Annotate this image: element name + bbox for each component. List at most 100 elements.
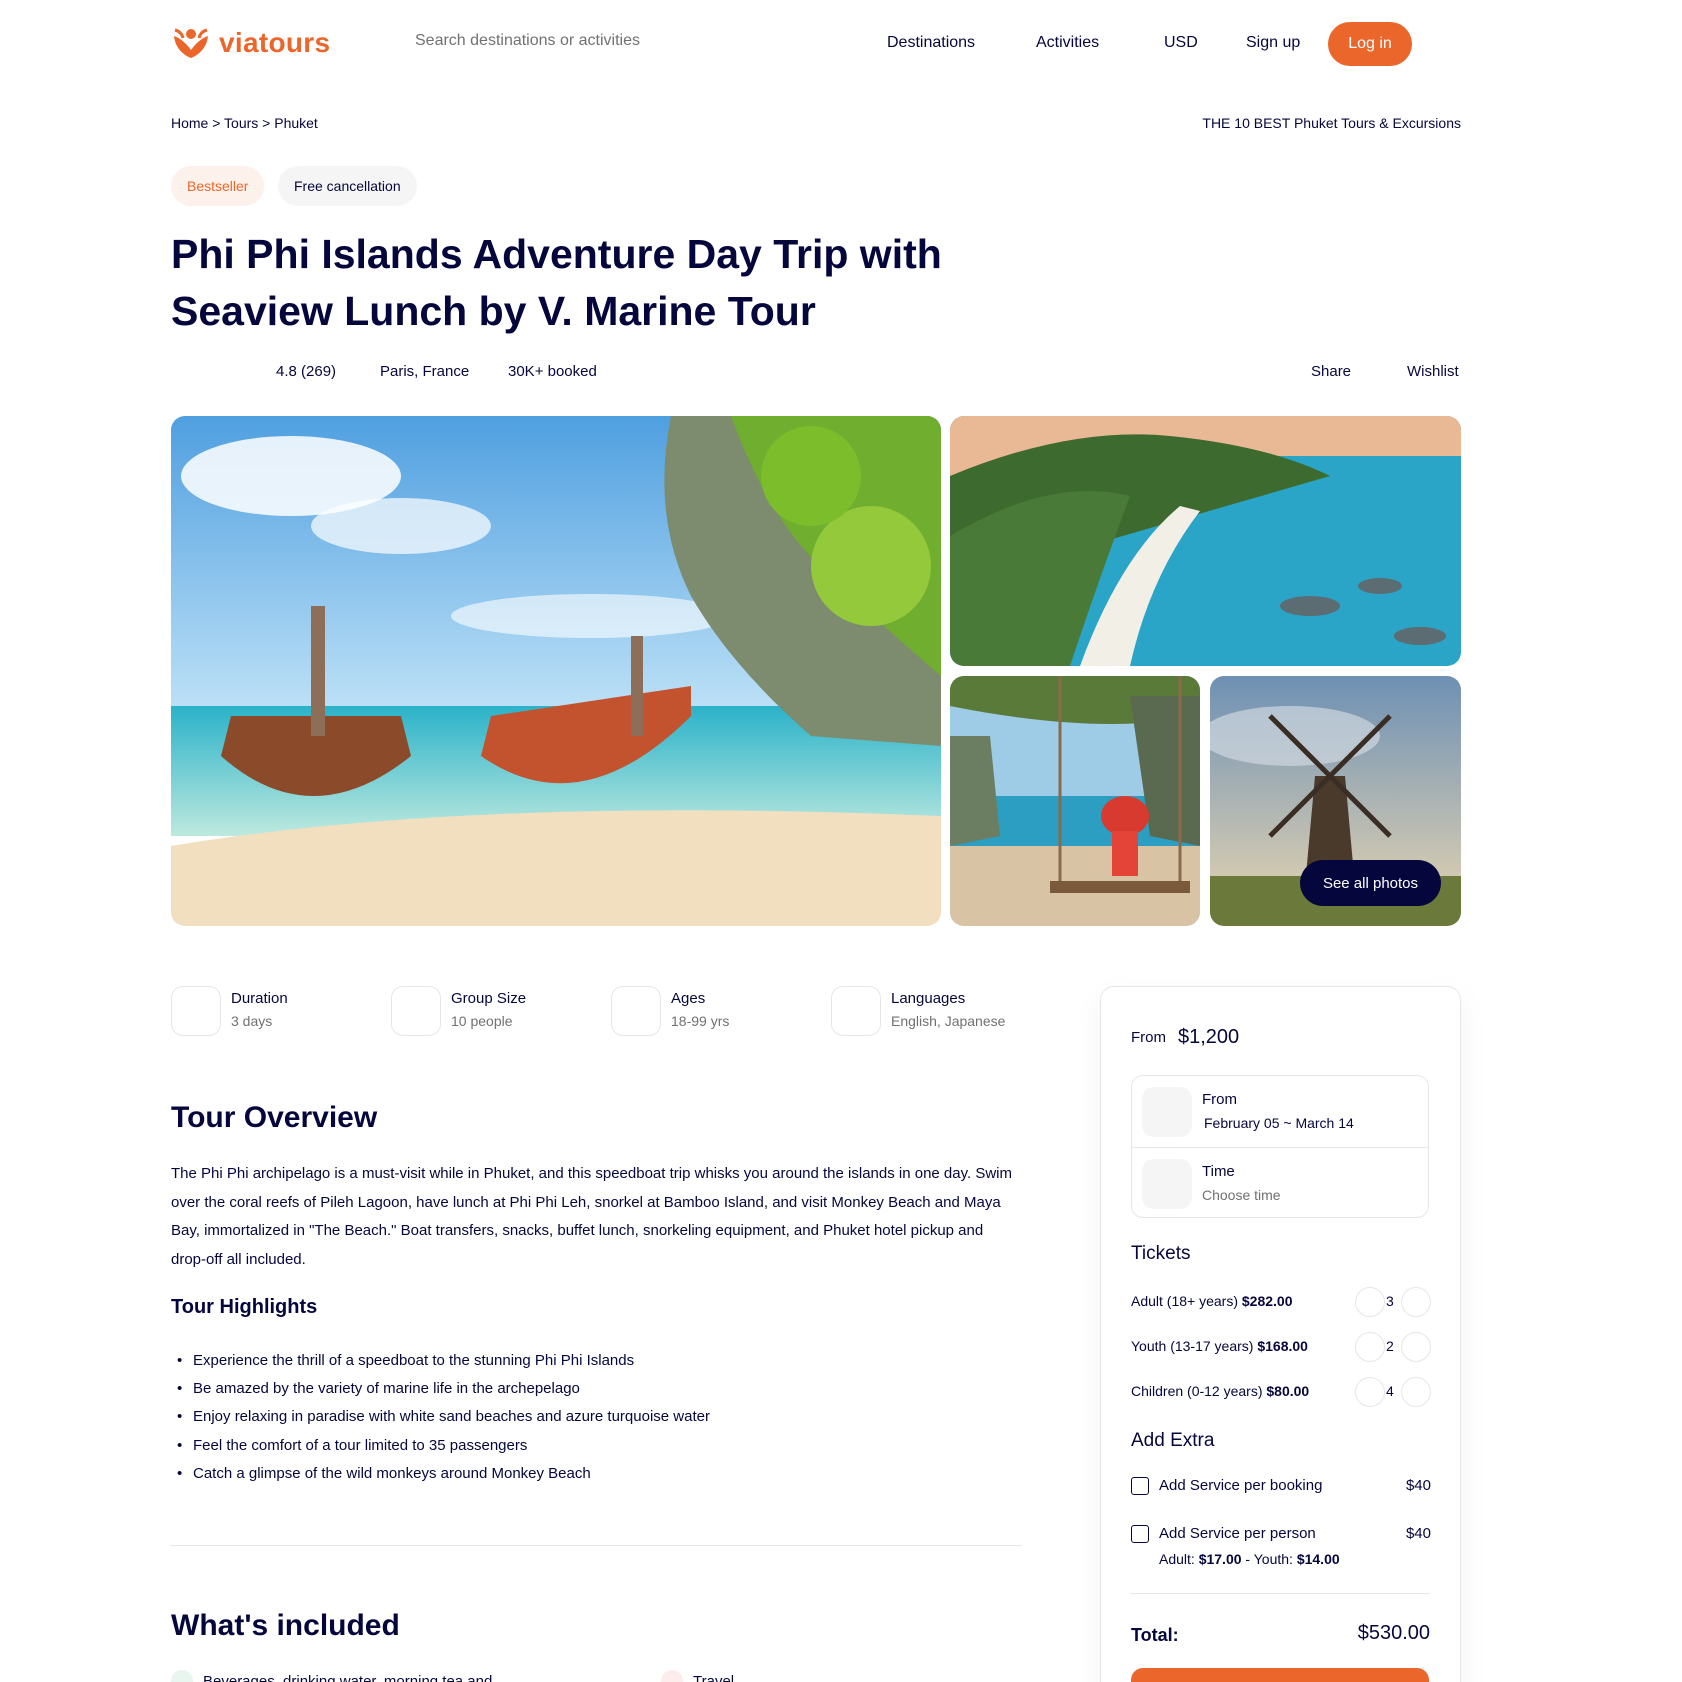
info-label: Duration [231, 990, 288, 1007]
star-icon: ★ [240, 364, 255, 381]
calendar-icon [1142, 1087, 1192, 1137]
logo-text: viatours [219, 27, 331, 58]
info-ages: Ages 18-99 yrs [611, 986, 729, 1036]
add-extra-heading: Add Extra [1131, 1430, 1215, 1451]
ticket-label: Children (0-12 years) $80.00 [1131, 1383, 1310, 1399]
time-value: Choose time [1202, 1187, 1281, 1203]
wishlist-button[interactable]: Wishlist [1407, 363, 1459, 380]
nav-activities[interactable]: Activities [1036, 34, 1099, 52]
checkbox[interactable] [1131, 1477, 1149, 1495]
aerial-beach-image [950, 416, 1461, 666]
breadcrumb[interactable]: Home > Tours > Phuket [171, 115, 318, 131]
main-photo[interactable] [171, 416, 941, 926]
book-now-button[interactable] [1131, 1668, 1429, 1682]
info-languages: Languages English, Japanese [831, 986, 1005, 1036]
increment-button[interactable] [1401, 1332, 1431, 1362]
info-group-size: Group Size 10 people [391, 986, 526, 1036]
info-value: 10 people [451, 1013, 513, 1029]
photo-beach-aerial[interactable] [950, 416, 1461, 666]
section-divider [171, 1545, 1021, 1546]
rating-stars: ★ ★ ★ ★ ★ [171, 363, 254, 381]
checkbox[interactable] [1131, 1525, 1149, 1543]
date-label: From [1202, 1091, 1237, 1108]
star-icon: ★ [188, 364, 202, 381]
tour-title: Phi Phi Islands Adventure Day Trip with … [171, 231, 942, 334]
cross-icon [661, 1670, 683, 1682]
share-button[interactable]: Share [1311, 363, 1351, 380]
time-picker[interactable]: Time Choose time [1132, 1147, 1428, 1218]
included-heading: What's included [171, 1609, 400, 1642]
extra-sub-prices: Adult: $17.00 - Youth: $14.00 [1159, 1551, 1340, 1567]
clock-icon [171, 986, 221, 1036]
ticket-row-adult: Adult (18+ years) $282.00 3 [1131, 1287, 1431, 1317]
info-label: Languages [891, 990, 966, 1007]
price-value: $1,200 [1178, 1026, 1240, 1048]
signup-link[interactable]: Sign up [1246, 34, 1300, 52]
excluded-item-label: Travel [693, 1672, 735, 1682]
currency-selector[interactable]: USD [1164, 34, 1198, 52]
time-label: Time [1202, 1163, 1235, 1180]
location-text: Paris, France [380, 363, 470, 380]
date-picker[interactable]: From February 05 ~ March 14 [1132, 1076, 1428, 1147]
decrement-button[interactable] [1355, 1332, 1385, 1362]
ticket-label: Adult (18+ years) $282.00 [1131, 1293, 1293, 1309]
excluded-item: Travel [661, 1670, 734, 1682]
star-icon: ★ [205, 364, 220, 381]
users-icon [391, 986, 441, 1036]
login-button[interactable]: Log in [1328, 22, 1412, 66]
search-input[interactable]: Search destinations or activities [415, 32, 640, 50]
info-label: Group Size [451, 990, 527, 1007]
booking-panel: From $1,200 From February 05 ~ March 14 … [1100, 986, 1461, 1682]
logo[interactable]: viatours [171, 26, 330, 60]
highlights-heading: Tour Highlights [171, 1296, 318, 1318]
decrement-button[interactable] [1355, 1287, 1385, 1317]
free-cancellation-badge: Free cancellation [278, 166, 417, 206]
increment-button[interactable] [1401, 1287, 1431, 1317]
photo-swing[interactable] [950, 676, 1200, 926]
globe-icon [831, 986, 881, 1036]
ticket-row-children: Children (0-12 years) $80.00 4 [1131, 1377, 1431, 1407]
bestseller-badge: Bestseller [171, 166, 265, 206]
extra-label: Add Service per person [1159, 1525, 1316, 1542]
highlight-item: Catch a glimpse of the wild monkeys arou… [175, 1460, 710, 1488]
info-duration: Duration 3 days [171, 986, 288, 1036]
extra-label: Add Service per booking [1159, 1477, 1323, 1494]
info-value: 3 days [231, 1013, 273, 1029]
ticket-row-youth: Youth (13-17 years) $168.00 2 [1131, 1332, 1431, 1362]
overview-text: The Phi Phi archipelago is a must-visit … [171, 1165, 1012, 1268]
clock-icon [1142, 1159, 1192, 1209]
ticket-label: Youth (13-17 years) $168.00 [1131, 1338, 1308, 1354]
included-item: Beverages, drinking water, morning tea a… [171, 1670, 492, 1682]
price-from-label: From [1131, 1029, 1166, 1046]
decrement-button[interactable] [1355, 1377, 1385, 1407]
tickets-heading: Tickets [1131, 1243, 1191, 1264]
beach-boats-image [171, 416, 941, 926]
ticket-qty: 3 [1386, 1293, 1394, 1309]
booked-count: 30K+ booked [508, 363, 597, 380]
highlight-item: Feel the comfort of a tour limited to 35… [175, 1432, 710, 1460]
info-value: English, Japanese [891, 1013, 1006, 1029]
header: viatours Search destinations or activiti… [0, 0, 1682, 88]
extra-price: $40 [1405, 1477, 1431, 1494]
total-label: Total: [1131, 1625, 1179, 1645]
included-item-label: Beverages, drinking water, morning tea a… [203, 1672, 493, 1682]
ticket-qty: 4 [1386, 1383, 1394, 1399]
overview-heading: Tour Overview [171, 1101, 378, 1134]
swing-woman-image [950, 676, 1200, 926]
age-icon [611, 986, 661, 1036]
check-icon [171, 1670, 193, 1682]
highlights-list: Experience the thrill of a speedboat to … [175, 1347, 710, 1488]
increment-button[interactable] [1401, 1377, 1431, 1407]
info-label: Ages [671, 990, 706, 1007]
see-all-photos-button[interactable]: See all photos [1300, 860, 1441, 906]
star-icon: ★ [171, 364, 185, 381]
highlight-item: Experience the thrill of a speedboat to … [175, 1347, 710, 1375]
date-time-box: From February 05 ~ March 14 Time Choose … [1131, 1075, 1429, 1218]
nav-destinations[interactable]: Destinations [887, 34, 975, 52]
info-value: 18-99 yrs [671, 1013, 730, 1029]
total-value: $530.00 [1357, 1622, 1430, 1644]
breadcrumb-right-link[interactable]: THE 10 BEST Phuket Tours & Excursions [1202, 115, 1461, 131]
rating-text: 4.8 (269) [276, 363, 337, 380]
highlight-item: Enjoy relaxing in paradise with white sa… [175, 1403, 710, 1431]
panel-divider [1131, 1593, 1429, 1594]
